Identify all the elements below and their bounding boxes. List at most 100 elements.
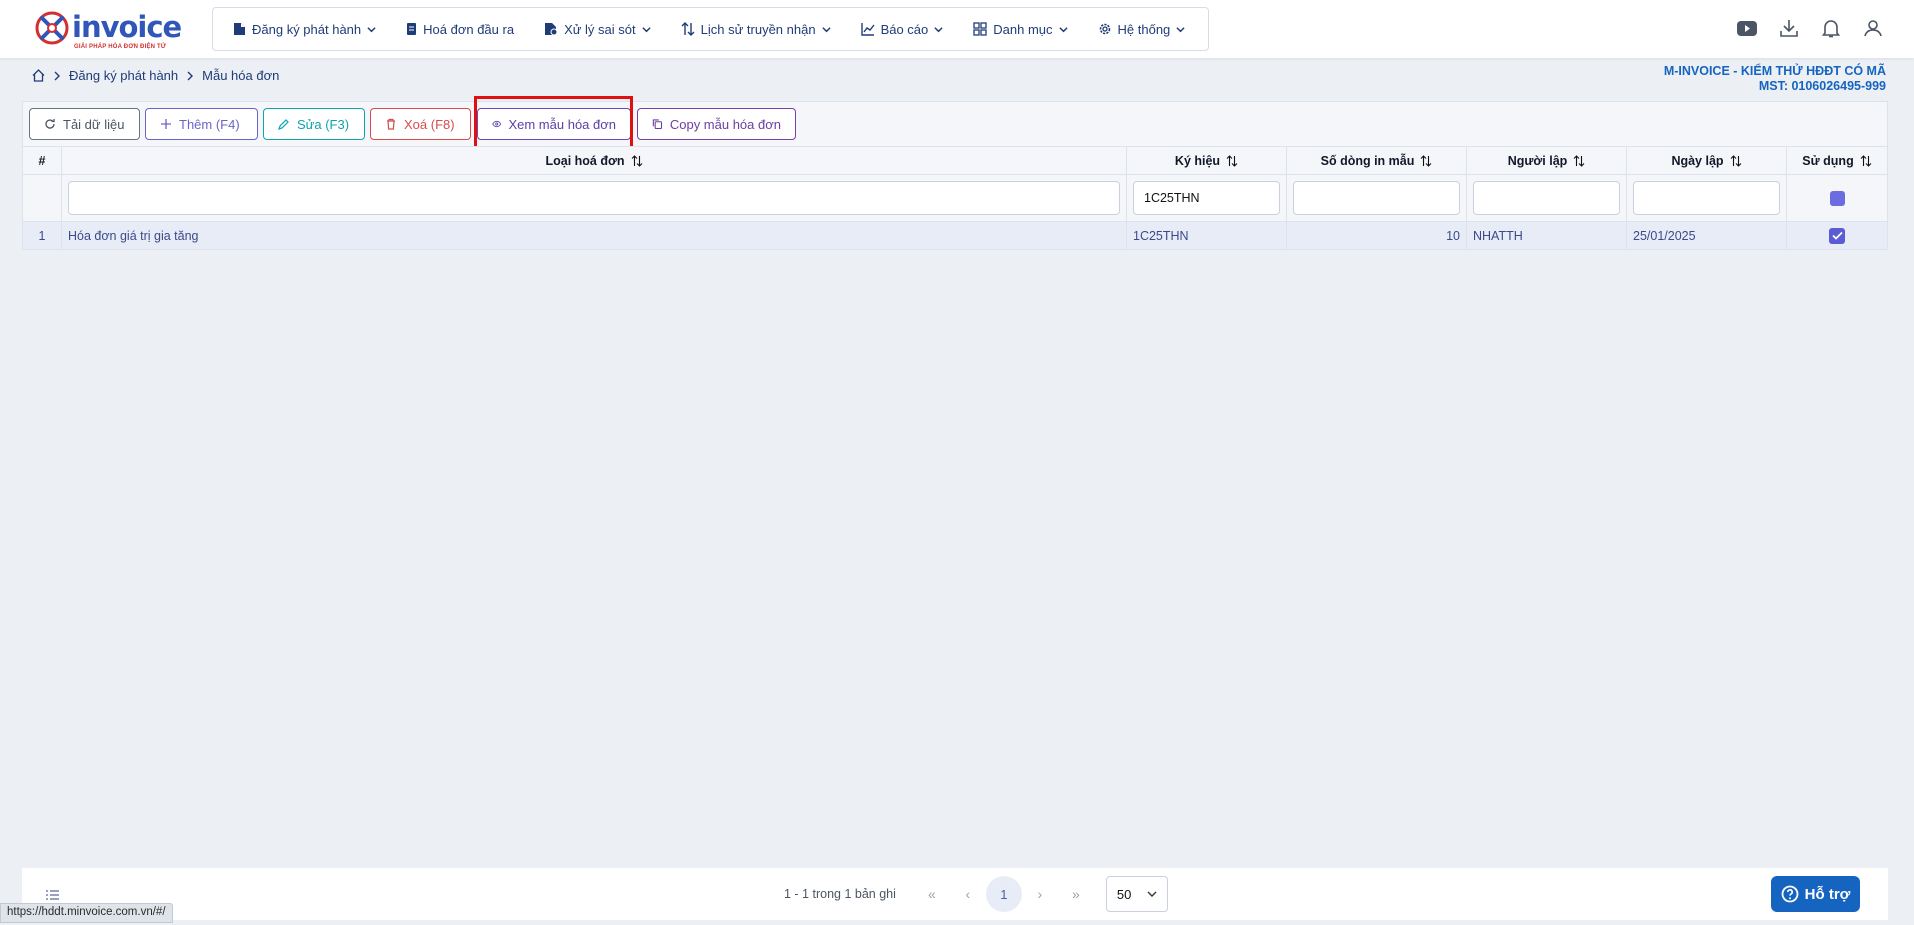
menu-bao-cao[interactable]: Báo cáo [860,21,944,37]
main-menu: Đăng ký phát hành Hoá đơn đầu ra Xử lý s… [212,7,1209,51]
chevron-down-icon [1147,891,1157,897]
col-header-nguoi-lap[interactable]: Người lập [1467,147,1627,175]
filter-loai-cell [62,175,1127,222]
menu-xu-ly-sai-sot[interactable]: Xử lý sai sót [544,22,651,37]
menu-lich-su-truyen-nhan[interactable]: Lịch sử truyền nhận [681,22,831,37]
sort-icon[interactable] [631,154,643,167]
copy-icon [652,119,663,130]
user-icon[interactable] [1862,17,1884,39]
menu-label: Lịch sử truyền nhận [700,21,816,37]
col-label: Người lập [1507,153,1568,168]
question-circle-icon [1781,885,1799,903]
last-page-button[interactable]: » [1058,876,1094,912]
filter-so-dong-cell [1287,175,1467,222]
logo-subtitle: GIẢI PHÁP HÓA ĐƠN ĐIỆN TỬ [74,44,167,50]
table-row[interactable]: 1 Hóa đơn giá trị gia tăng 1C25THN 10 NH… [22,222,1888,250]
first-page-button[interactable]: « [914,876,950,912]
list-icon[interactable] [46,890,59,900]
page-size-value: 50 [1116,886,1132,902]
copy-template-button[interactable]: Copy mẫu hóa đơn [637,108,796,140]
col-header-so-dong[interactable]: Số dòng in mẫu [1287,147,1467,175]
menu-label: Hệ thống [1117,21,1171,37]
filter-su-dung-checkbox[interactable] [1829,190,1845,206]
help-label: Hỗ trợ [1804,885,1851,903]
filter-nguoi-lap-input[interactable] [1473,181,1620,215]
chart-line-icon [860,23,875,36]
filter-so-dong-input[interactable] [1293,181,1460,215]
menu-hoa-don-dau-ra[interactable]: Hoá đơn đầu ra [406,22,514,37]
download-icon[interactable] [1778,17,1800,39]
col-label: # [38,153,46,168]
col-header-ngay-lap[interactable]: Ngày lập [1627,147,1787,175]
menu-danh-muc[interactable]: Danh mục [973,22,1068,37]
sort-icon[interactable] [1730,154,1742,167]
chevron-right-icon [54,71,60,80]
cell-nguoi-lap: NHATTH [1467,222,1627,250]
refresh-icon [45,119,55,129]
su-dung-checkbox[interactable] [1829,227,1845,244]
trash-icon [387,118,395,130]
home-icon[interactable] [32,69,45,82]
sort-icon[interactable] [1226,154,1238,167]
chevron-down-icon [1058,26,1068,32]
pencil-icon [278,119,289,130]
breadcrumb: Đăng ký phát hành Mẫu hóa đơn [32,68,279,83]
chevron-right-icon: › [1037,886,1043,902]
menu-dang-ky-phat-hanh[interactable]: Đăng ký phát hành [233,22,376,37]
sort-icon[interactable] [1420,154,1432,167]
chevron-left-icon: ‹ [965,886,971,902]
double-chevron-right-icon: » [1071,886,1080,902]
app-logo[interactable]: invoice GIẢI PHÁP HÓA ĐƠN ĐIỆN TỬ [34,10,182,50]
pager-info: 1 - 1 trong 1 bản ghi [784,887,896,901]
add-button[interactable]: Thêm (F4) [145,108,258,140]
filter-index-cell [22,175,62,222]
menu-label: Báo cáo [880,21,929,37]
edit-button[interactable]: Sửa (F3) [263,108,365,140]
filter-loai-input[interactable] [68,181,1120,215]
sort-icon[interactable] [1860,154,1872,167]
status-bar-url: https://hddt.minvoice.com.vn/#/ [0,903,173,923]
reload-button[interactable]: Tải dữ liệu [29,108,140,140]
menu-he-thong[interactable]: Hệ thống [1098,22,1186,37]
col-header-su-dung[interactable]: Sử dụng [1787,147,1888,175]
filter-ngay-lap-input[interactable] [1633,181,1780,215]
prev-page-button[interactable]: ‹ [950,876,986,912]
filter-ky-hieu-input[interactable]: 1C25THN [1133,181,1280,215]
pagination: 1 - 1 trong 1 bản ghi « ‹ 1 › » 50 [784,876,1168,912]
reload-label: Tải dữ liệu [63,116,125,132]
chevron-down-icon [934,26,943,32]
header-actions [1736,17,1884,39]
error-doc-icon [545,23,558,36]
bell-icon[interactable] [1820,17,1842,39]
delete-button[interactable]: Xoá (F8) [370,108,471,140]
youtube-icon[interactable] [1736,17,1758,39]
menu-label: Hoá đơn đầu ra [423,21,515,37]
chevron-down-icon [1176,26,1185,32]
page-button-current[interactable]: 1 [985,876,1022,912]
table-footer: 1 - 1 trong 1 bản ghi « ‹ 1 › » 50 [22,868,1888,920]
cell-ky-hieu: 1C25THN [1127,222,1287,250]
cell-so-dong: 10 [1287,222,1467,250]
breadcrumb-item-dang-ky[interactable]: Đăng ký phát hành [69,68,178,83]
copy-template-label: Copy mẫu hóa đơn [669,116,781,132]
company-tax-id: MST: 0106026495-999 [1758,79,1886,93]
col-label: Loại hoá đơn [545,153,625,168]
table-header-row: # Loại hoá đơn Ký hiệu Số dòng in mẫu Ng… [22,146,1888,175]
col-header-ky-hieu[interactable]: Ký hiệu [1127,147,1287,175]
page-size-select[interactable]: 50 [1105,876,1168,912]
delete-label: Xoá (F8) [404,116,455,132]
chevron-down-icon [367,26,376,32]
double-chevron-left-icon: « [927,886,936,902]
chevron-down-icon [821,26,831,32]
next-page-button[interactable]: › [1022,876,1058,912]
transfer-arrows-icon [681,22,695,36]
sort-icon[interactable] [1573,154,1585,167]
breadcrumb-item-mau-hoa-don: Mẫu hóa đơn [202,68,280,83]
filter-ngay-lap-cell [1627,175,1787,222]
col-header-loai[interactable]: Loại hoá đơn [62,147,1127,175]
col-label: Ký hiệu [1174,153,1221,168]
help-button[interactable]: Hỗ trợ [1771,876,1860,912]
plus-icon [161,119,171,129]
cell-index: 1 [22,222,62,250]
col-header-index: # [22,147,62,175]
